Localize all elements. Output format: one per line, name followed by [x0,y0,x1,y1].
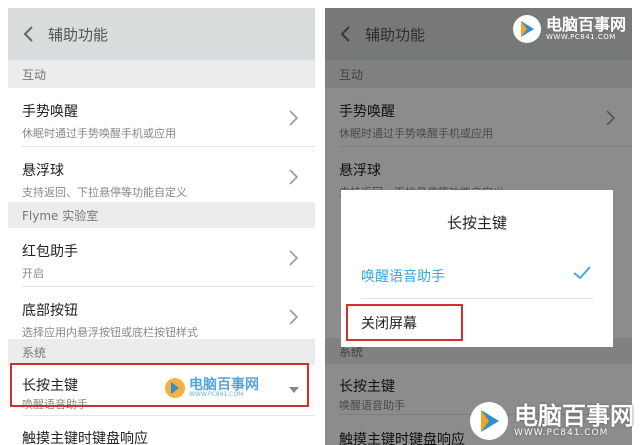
top-logo-text: 电脑百事网 [545,14,626,34]
top-logo-url: WWW.PC841.COM [545,32,616,41]
chevron-right-icon [289,110,299,126]
list-item-gesture-wake[interactable]: 手势唤醒 休眠时通过手势唤醒手机或应用 [8,88,315,146]
chevron-right-icon [289,250,299,266]
item-title: 底部按钮 [22,303,78,319]
highlight-box [346,304,463,341]
list-item-bottom-buttons[interactable]: 底部按钮 选择应用内悬浮按钮或底栏按钮样式 [8,287,315,339]
item-subtitle: 开启 [22,267,44,280]
highlight-box [10,363,309,407]
back-chevron-icon [23,26,33,42]
bottom-logo-text: 电脑百事网 [514,401,634,430]
back-button[interactable] [8,8,48,60]
option-label: 唤醒语音助手 [361,269,445,285]
pc841-logo-icon [470,402,508,440]
section-header-interaction: 互动 [8,60,315,88]
item-title: 悬浮球 [22,163,64,179]
list-item-floating-ball[interactable]: 悬浮球 支持返回、下拉悬停等功能自定义 [8,147,315,202]
long-press-dialog: 长按主键 唤醒语音助手 关闭屏幕 [341,190,613,347]
right-screen: 辅助功能 互动 手势唤醒 休眠时通过手势唤醒手机或应用 悬浮球 支持返回、下拉悬… [325,8,632,445]
section-header-system: 系统 [8,339,315,365]
page-title: 辅助功能 [48,25,109,44]
option-voice-assistant[interactable]: 唤醒语音助手 [341,250,613,298]
item-title: 红包助手 [22,244,78,260]
section-header-flyme-lab: Flyme 实验室 [8,202,315,228]
dialog-title: 长按主键 [446,214,507,232]
bottom-logo: 电脑百事网 WWW.PC841.COM [469,401,634,441]
item-title: 触摸主键时键盘响应 [22,431,148,445]
left-screen: 辅助功能 互动 手势唤醒 休眠时通过手势唤醒手机或应用 悬浮球 支持返回、下拉悬… [8,8,315,445]
checkmark-icon [573,266,591,280]
item-subtitle: 休眠时通过手势唤醒手机或应用 [22,127,176,140]
top-logo: 电脑百事网 WWW.PC841.COM [512,14,626,44]
item-subtitle: 支持返回、下拉悬停等功能自定义 [22,186,187,199]
item-title: 手势唤醒 [22,104,78,120]
pc841-logo-icon [512,15,541,43]
list-item-touch-home-keyboard[interactable]: 触摸主键时键盘响应 [8,416,315,445]
chevron-right-icon [289,309,299,325]
list-item-red-packet-helper[interactable]: 红包助手 开启 [8,228,315,286]
header-bar: 辅助功能 [8,8,315,60]
item-subtitle: 选择应用内悬浮按钮或底栏按钮样式 [22,326,198,339]
chevron-right-icon [289,169,299,185]
bottom-logo-url: WWW.PC841.COM [514,427,609,438]
